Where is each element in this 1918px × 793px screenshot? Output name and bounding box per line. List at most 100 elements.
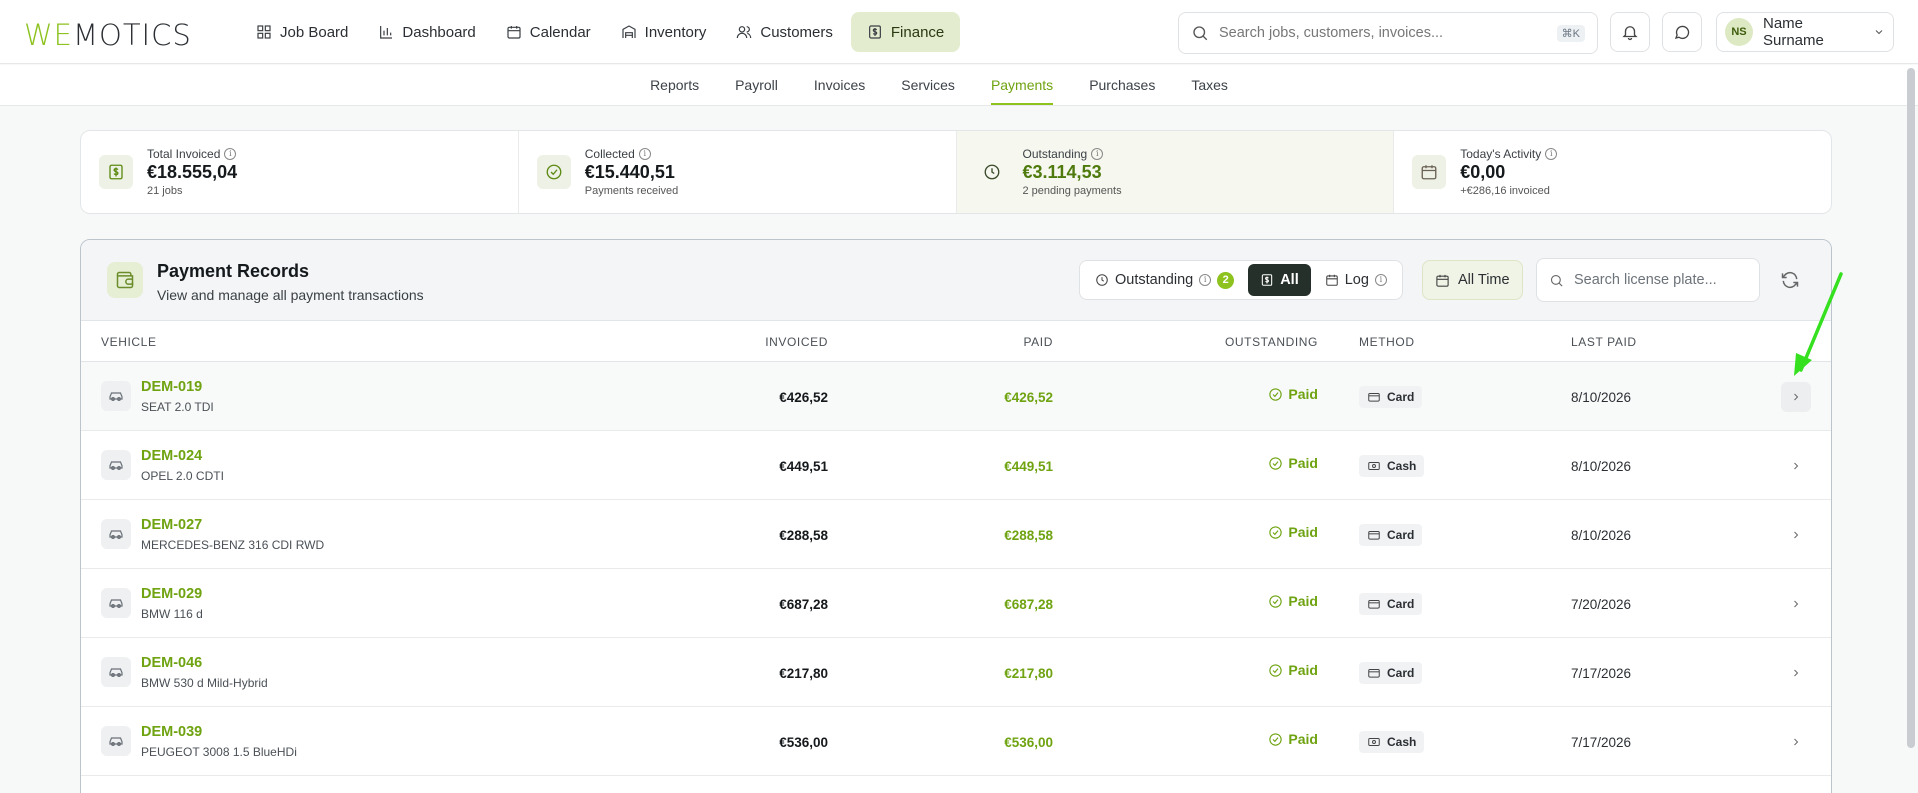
stat-sub: 2 pending payments (1022, 185, 1122, 197)
row-open-button[interactable] (1781, 658, 1811, 688)
global-search[interactable]: Search jobs, customers, invoices... ⌘K (1178, 12, 1598, 54)
tab-payments[interactable]: Payments (990, 65, 1054, 105)
table-row[interactable]: DEM-027 MERCEDES-BENZ 316 CDI RWD €288,5… (81, 500, 1831, 569)
license-plate-link[interactable]: DEM-029 (141, 586, 202, 602)
nav-label: Finance (890, 23, 945, 41)
invoiced-amount: €536,00 (779, 735, 828, 750)
info-icon[interactable]: i (638, 148, 651, 160)
stat-label: Today's Activity i (1460, 147, 1558, 161)
scrollbar-thumb[interactable] (1907, 68, 1915, 748)
paid-amount: €426,52 (1004, 390, 1053, 405)
panel-title: Payment Records (157, 261, 310, 281)
app-logo[interactable]: WEMOTICS (24, 18, 192, 52)
page-scrollbar[interactable] (1906, 66, 1916, 793)
filter-outstanding[interactable]: Outstanding i 2 (1083, 264, 1246, 296)
payment-records-panel: Payment Records View and manage all paym… (80, 239, 1832, 793)
check-circle-icon-svg (546, 164, 562, 180)
calendar-icon (1412, 155, 1447, 189)
stats-bar: Total Invoiced i €18.555,04 21 jobs Colle… (80, 130, 1832, 214)
date-range-button[interactable]: All Time (1422, 260, 1523, 300)
col-vehicle[interactable]: VEHICLE (101, 335, 157, 349)
license-plate-input[interactable] (1574, 272, 1744, 288)
vehicle-model: MERCEDES-BENZ 316 CDI RWD (141, 538, 325, 552)
check-circle-icon (1269, 594, 1283, 608)
nav-job-board[interactable]: Job Board (244, 12, 360, 52)
table-row[interactable]: DEM-019 SEAT 2.0 TDI €426,52 €426,52 Pai… (81, 362, 1831, 431)
nav-calendar[interactable]: Calendar (494, 12, 603, 52)
tab-purchases[interactable]: Purchases (1089, 65, 1155, 105)
info-icon[interactable]: i (1091, 148, 1104, 160)
check-circle-icon (1269, 525, 1283, 539)
user-menu[interactable]: NS Name Surname (1716, 12, 1894, 52)
nav-finance[interactable]: Finance (850, 12, 961, 52)
col-outstanding[interactable]: OUTSTANDING (1225, 335, 1318, 349)
car-icon-svg (109, 599, 123, 608)
col-last-paid[interactable]: LAST PAID (1571, 335, 1637, 349)
calendar-icon (507, 26, 521, 39)
info-icon[interactable]: i (1199, 274, 1212, 286)
chevron-right-icon (1794, 600, 1799, 608)
chevron-right-icon (1794, 393, 1799, 401)
stat-value: €3.114,53 (1022, 162, 1102, 182)
dollar-file-icon-svg (109, 164, 123, 180)
license-plate-search[interactable] (1536, 258, 1760, 302)
card-icon (1368, 600, 1380, 609)
stat-outstanding: Outstanding i €3.114,53 2 pending payment… (956, 131, 1395, 213)
table-row[interactable]: DEM-039 PEUGEOT 3008 1.5 BlueHDi €536,00… (81, 707, 1831, 776)
refresh-button[interactable] (1776, 266, 1804, 294)
row-open-button[interactable] (1781, 382, 1811, 412)
clock-icon (1096, 274, 1108, 286)
table-row[interactable]: DEM-024 OPEL 2.0 CDTI €449,51 €449,51 Pa… (81, 431, 1831, 500)
tab-reports[interactable]: Reports (650, 65, 699, 105)
refresh-icon (1781, 271, 1799, 289)
car-icon-svg (109, 530, 123, 539)
calendar-icon-svg (1421, 165, 1437, 180)
license-plate-link[interactable]: DEM-039 (141, 724, 202, 740)
status-badge: Paid (1268, 731, 1318, 747)
card-icon (1368, 393, 1380, 402)
row-open-button[interactable] (1781, 520, 1811, 550)
table-row[interactable]: DEM-046 BMW 530 d Mild-Hybrid €217,80 €2… (81, 638, 1831, 707)
filter-log-label: Log (1344, 272, 1369, 288)
tab-payroll[interactable]: Payroll (735, 65, 778, 105)
nav-dashboard[interactable]: Dashboard (366, 12, 487, 52)
last-paid-date: 8/10/2026 (1571, 459, 1632, 474)
check-circle-icon (536, 155, 571, 189)
filter-log[interactable]: Log i (1313, 264, 1399, 296)
info-icon[interactable]: i (1545, 148, 1558, 160)
nav-inventory[interactable]: Inventory (609, 12, 719, 52)
info-icon[interactable]: i (1374, 274, 1387, 286)
tab-invoices[interactable]: Invoices (814, 65, 865, 105)
nav-customers[interactable]: Customers (724, 12, 845, 52)
row-open-button[interactable] (1781, 727, 1811, 757)
messages-button[interactable] (1662, 12, 1702, 52)
stat-sub: Payments received (584, 185, 679, 197)
tab-taxes[interactable]: Taxes (1191, 65, 1228, 105)
tab-services[interactable]: Services (901, 65, 955, 105)
stat-value: €18.555,04 (147, 162, 238, 182)
info-icon[interactable]: i (224, 148, 237, 160)
status-badge: Paid (1268, 386, 1318, 402)
license-plate-link[interactable]: DEM-027 (141, 517, 202, 533)
view-filter: Outstanding i 2 All Log i (1079, 260, 1403, 300)
check-circle-icon (1269, 456, 1283, 470)
col-method[interactable]: METHOD (1359, 335, 1415, 349)
clock-icon (975, 155, 1009, 189)
card-icon (1368, 669, 1380, 678)
row-open-button[interactable] (1781, 451, 1811, 481)
license-plate-link[interactable]: DEM-024 (141, 448, 202, 464)
top-bar: WEMOTICS Job Board Dashboard Calendar In… (0, 0, 1918, 64)
license-plate-link[interactable]: DEM-019 (141, 379, 202, 395)
col-invoiced[interactable]: INVOICED (765, 335, 828, 349)
method-text: Card (1387, 597, 1415, 611)
col-paid[interactable]: PAID (1023, 335, 1053, 349)
stat-total-invoiced: Total Invoiced i €18.555,04 21 jobs (81, 131, 519, 213)
filter-all[interactable]: All (1248, 264, 1311, 296)
table-row[interactable]: DEM-029 BMW 116 d €687,28 €687,28 Paid C… (81, 569, 1831, 638)
license-plate-link[interactable]: DEM-046 (141, 655, 202, 671)
row-open-button[interactable] (1781, 589, 1811, 619)
date-range-label: All Time (1458, 272, 1510, 288)
status-text: Paid (1288, 524, 1318, 540)
stat-collected: Collected i €15.440,51 Payments received (519, 131, 957, 213)
notifications-button[interactable] (1610, 12, 1650, 52)
